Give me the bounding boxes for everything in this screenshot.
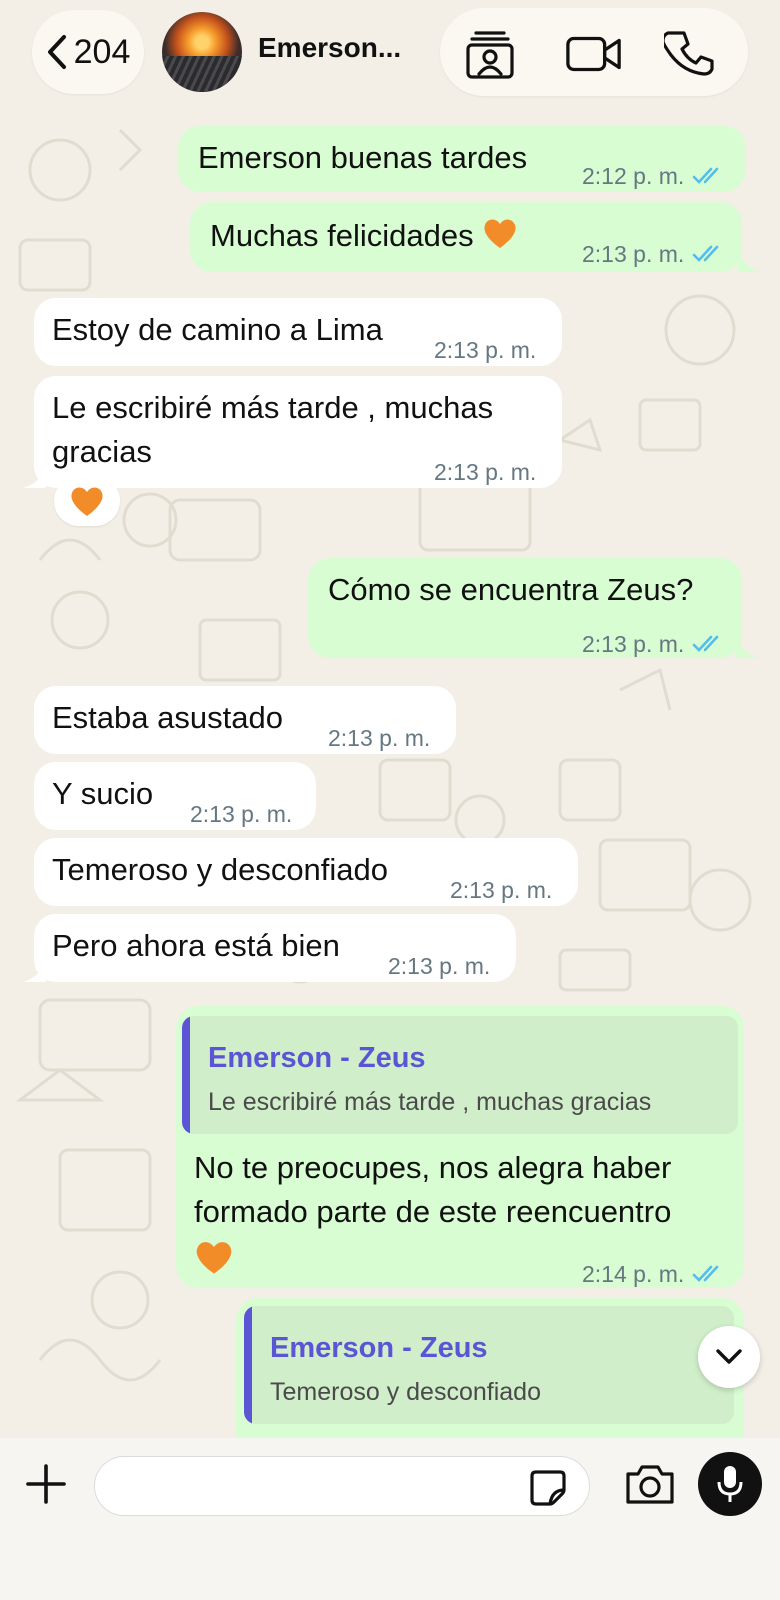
message-meta: 2:12 p. m. <box>582 154 724 198</box>
back-button[interactable]: 204 <box>32 10 144 94</box>
message-meta: 2:13 p. m. <box>582 622 724 666</box>
avatar[interactable] <box>162 12 242 92</box>
message-time: 2:14 p. m. <box>582 1261 685 1287</box>
bubble-tail <box>22 466 46 488</box>
quote-accent-bar <box>182 1016 190 1134</box>
message-time: 2:13 p. m. <box>434 337 537 363</box>
microphone-button[interactable] <box>698 1452 762 1516</box>
message-time: 2:13 p. m. <box>582 631 685 657</box>
quoted-message[interactable]: Emerson - Zeus Le escribiré más tarde , … <box>182 1016 738 1134</box>
double-check-icon <box>692 166 724 186</box>
message-text: Pero ahora está bien <box>52 928 340 963</box>
quote-accent-bar <box>244 1306 252 1424</box>
message-meta: 2:13 p. m. <box>582 232 724 276</box>
message-meta: 2:13 p. m. <box>190 792 292 836</box>
message-time: 2:13 p. m. <box>450 877 553 903</box>
plus-icon[interactable] <box>22 1460 70 1508</box>
message-time: 2:13 p. m. <box>582 241 685 267</box>
chevron-left-icon <box>47 35 66 69</box>
orange-heart-icon <box>71 487 103 516</box>
message-text: Emerson buenas tardes <box>198 140 528 175</box>
message-bubble-incoming[interactable]: Temeroso y desconfiado 2:13 p. m. <box>34 838 578 906</box>
message-reaction[interactable] <box>54 476 120 526</box>
message-text-line: No te preocupes, nos alegra haber <box>194 1150 672 1185</box>
message-bubble-outgoing[interactable]: Cómo se encuentra Zeus? 2:13 p. m. <box>308 558 742 658</box>
orange-heart-icon <box>482 216 518 262</box>
video-call-button[interactable] <box>564 26 624 82</box>
bubble-tail <box>22 960 46 982</box>
message-meta: 2:13 p. m. <box>434 328 536 372</box>
message-text: Temeroso y desconfiado <box>52 852 389 887</box>
message-bubble-outgoing[interactable]: Emerson buenas tardes 2:12 p. m. <box>178 126 746 192</box>
message-composer <box>0 1438 780 1600</box>
message-text: Cómo se encuentra Zeus? <box>328 572 694 607</box>
message-text: Y sucio <box>52 776 154 811</box>
message-meta: 2:13 p. m. <box>434 450 536 494</box>
chat-header: 204 Emerson... <box>0 0 780 110</box>
orange-heart-icon <box>194 1238 234 1288</box>
message-bubble-incoming[interactable]: Estoy de camino a Lima 2:13 p. m. <box>34 298 562 366</box>
contact-name[interactable]: Emerson... <box>258 32 401 64</box>
contact-card-button[interactable] <box>462 26 518 82</box>
scroll-to-bottom-button[interactable] <box>698 1326 760 1388</box>
microphone-icon <box>717 1466 743 1502</box>
message-time: 2:13 p. m. <box>388 953 491 979</box>
message-input[interactable] <box>113 1465 513 1509</box>
quote-text: Le escribiré más tarde , muchas gracias <box>208 1088 652 1116</box>
message-meta: 2:13 p. m. <box>328 716 430 760</box>
sticker-icon[interactable] <box>528 1468 568 1508</box>
message-bubble-incoming[interactable]: Y sucio 2:13 p. m. <box>34 762 316 830</box>
double-check-icon <box>692 244 724 264</box>
quote-text: Temeroso y desconfiado <box>270 1378 541 1406</box>
quote-author: Emerson - Zeus <box>270 1332 488 1364</box>
message-meta: 2:13 p. m. <box>388 944 490 988</box>
chevron-down-icon <box>716 1349 742 1364</box>
bubble-tail <box>738 250 762 272</box>
message-bubble-outgoing-reply[interactable]: Emerson - Zeus Temeroso y desconfiado <box>236 1298 744 1438</box>
phone-icon <box>664 31 714 76</box>
quote-author: Emerson - Zeus <box>208 1042 426 1074</box>
voice-call-button[interactable] <box>662 26 718 82</box>
message-text-line: gracias <box>52 434 152 469</box>
double-check-icon <box>692 634 724 654</box>
message-text: Estaba asustado <box>52 700 283 735</box>
message-input-wrapper[interactable] <box>94 1456 590 1516</box>
message-bubble-outgoing[interactable]: Muchas felicidades 2:13 p. m. <box>190 202 742 272</box>
message-bubble-incoming[interactable]: Pero ahora está bien 2:13 p. m. <box>34 914 516 982</box>
video-call-icon <box>566 36 621 72</box>
message-text: Estoy de camino a Lima <box>52 312 383 347</box>
message-text: Muchas felicidades <box>210 214 518 262</box>
camera-icon[interactable] <box>624 1462 676 1506</box>
bubble-tail <box>736 636 760 658</box>
unread-count: 204 <box>73 32 131 71</box>
message-text-line: Le escribiré más tarde , muchas <box>52 390 494 425</box>
message-time: 2:13 p. m. <box>328 725 431 751</box>
message-bubble-incoming[interactable]: Estaba asustado 2:13 p. m. <box>34 686 456 754</box>
call-actions <box>440 8 748 96</box>
message-time: 2:12 p. m. <box>582 163 685 189</box>
message-time: 2:13 p. m. <box>190 801 293 827</box>
message-time: 2:13 p. m. <box>434 459 537 485</box>
message-meta: 2:13 p. m. <box>450 868 552 912</box>
message-bubble-incoming[interactable]: Le escribiré más tarde , muchas gracias … <box>34 376 562 488</box>
quoted-message[interactable]: Emerson - Zeus Temeroso y desconfiado <box>244 1306 734 1424</box>
message-text-line: formado parte de este reencuentro <box>194 1194 672 1229</box>
message-bubble-outgoing-reply[interactable]: Emerson - Zeus Le escribiré más tarde , … <box>176 1006 744 1288</box>
contact-card-icon <box>466 31 514 79</box>
double-check-icon <box>692 1264 724 1284</box>
message-meta: 2:14 p. m. <box>582 1252 724 1296</box>
